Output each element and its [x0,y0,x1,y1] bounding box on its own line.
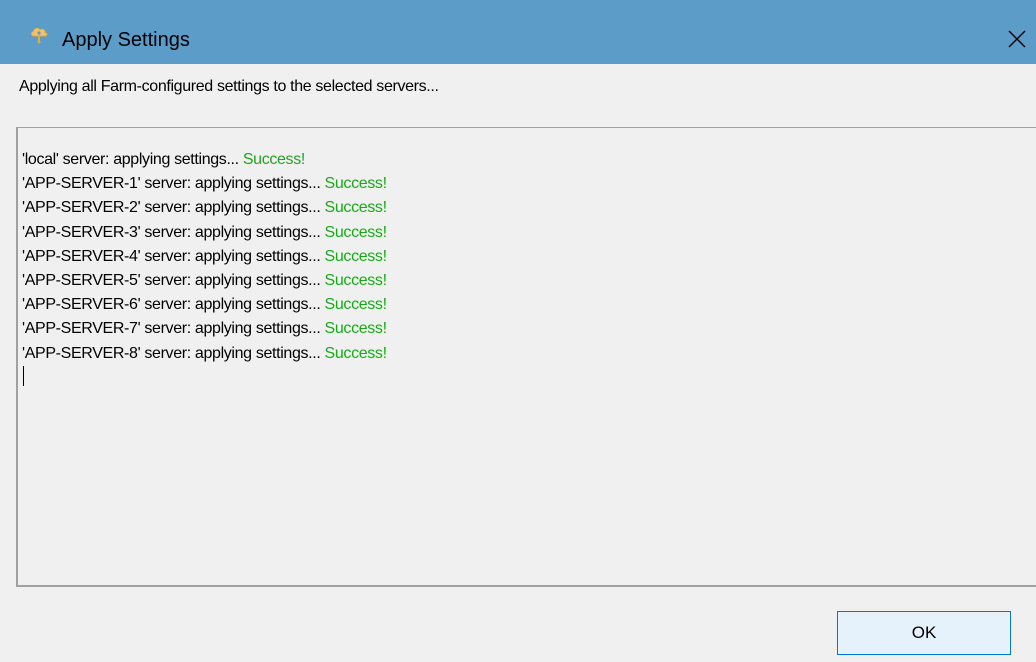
log-line: 'APP-SERVER-6' server: applying settings… [22,293,387,317]
log-status: Success! [324,247,387,265]
log-line: 'APP-SERVER-2' server: applying settings… [22,196,387,220]
log-line: 'APP-SERVER-5' server: applying settings… [22,269,387,293]
log-message: 'local' server: applying settings... [22,151,243,168]
log-message: 'APP-SERVER-6' server: applying settings… [22,296,325,314]
log-line: 'APP-SERVER-8' server: applying settings… [22,342,387,366]
log-status: Success! [324,271,387,289]
log-line: 'APP-SERVER-7' server: applying settings… [22,317,387,341]
log-message: 'APP-SERVER-7' server: applying settings… [22,320,325,338]
log-line: 'APP-SERVER-4' server: applying settings… [22,245,387,269]
cloud-gear-icon [29,24,49,44]
log-status: Success! [242,151,305,168]
log-status: Success! [324,199,387,217]
title-bar[interactable]: Apply Settings [0,0,1036,64]
log-message: 'APP-SERVER-3' server: applying settings… [22,223,325,241]
log-message: 'APP-SERVER-1' server: applying settings… [22,175,325,193]
text-caret [23,366,24,386]
log-status: Success! [324,344,387,362]
log-line: 'APP-SERVER-3' server: applying settings… [22,221,387,245]
log-line: 'APP-SERVER-1' server: applying settings… [22,172,387,196]
close-button[interactable] [996,20,1036,60]
window-title: Apply Settings [62,29,190,51]
log-lines: 'local' server: applying settings... Suc… [22,148,387,366]
log-message: 'APP-SERVER-4' server: applying settings… [22,247,325,265]
log-output-box[interactable]: 'local' server: applying settings... Suc… [16,127,1036,587]
log-message: 'APP-SERVER-8' server: applying settings… [22,344,325,362]
close-icon [996,20,1036,60]
description-text: Applying all Farm-configured settings to… [19,78,439,95]
ok-button[interactable]: OK [837,611,1011,655]
log-status: Success! [324,320,387,338]
log-status: Success! [324,175,387,193]
dialog-body: Applying all Farm-configured settings to… [0,64,1036,662]
log-message: 'APP-SERVER-5' server: applying settings… [22,271,325,289]
log-status: Success! [324,223,387,241]
log-message: 'APP-SERVER-2' server: applying settings… [22,199,325,217]
log-status: Success! [324,296,387,314]
log-line: 'local' server: applying settings... Suc… [22,148,387,172]
